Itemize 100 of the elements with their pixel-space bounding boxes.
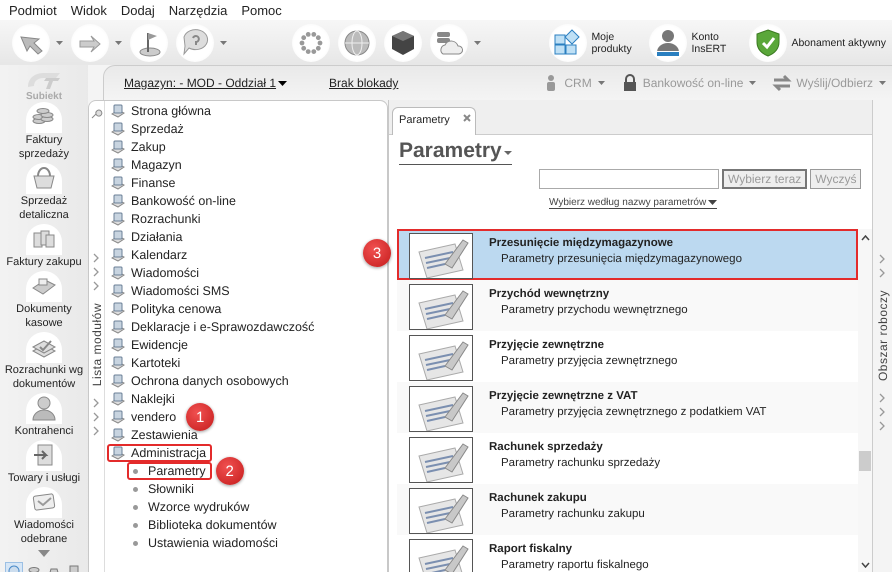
list-row[interactable]: Przyjęcie zewnętrzne z VAT Parametry przyjęcia zewnętrznego z podatkiem VAT <box>397 382 858 433</box>
chevron-icon[interactable] <box>93 398 100 408</box>
arrows-icon <box>772 74 792 92</box>
module-icon <box>110 373 126 389</box>
menu-item[interactable]: Narzędzia <box>162 2 234 18</box>
toolbar-button[interactable] <box>384 24 422 62</box>
submenu-item[interactable]: Ustawienia wiadomości <box>127 534 284 552</box>
module-item[interactable]: Sprzedaż <box>107 120 190 138</box>
module-icon <box>110 139 126 155</box>
expand-icon[interactable] <box>38 550 50 557</box>
chevron-icon[interactable] <box>879 407 886 418</box>
module-item[interactable]: Zakup <box>107 138 172 156</box>
module-icon <box>110 427 126 443</box>
module-item[interactable]: vendero <box>107 408 182 426</box>
row-description: Parametry rachunku zakupu <box>500 507 645 522</box>
submenu-item[interactable]: Parametry <box>127 462 212 480</box>
nav-item[interactable]: Faktury zakupu <box>0 224 88 269</box>
module-item[interactable]: Kartoteki <box>107 354 186 372</box>
caret-icon <box>115 40 122 44</box>
toolbar-button[interactable]: Abonament aktywny <box>749 24 886 62</box>
bullet-icon <box>133 486 138 492</box>
page-title-dropdown[interactable]: Parametry <box>399 139 512 165</box>
submenu-item[interactable]: Wzorce wydruków <box>127 498 256 516</box>
module-icon <box>110 301 126 317</box>
caret-icon <box>474 40 481 44</box>
module-item[interactable]: Kalendarz <box>107 246 194 264</box>
bullet-icon <box>133 504 138 510</box>
row-title: Przychód wewnętrzny <box>489 287 610 302</box>
caret-icon <box>598 81 605 85</box>
menu-item[interactable]: Widok <box>64 2 114 18</box>
scroll-up-icon[interactable] <box>860 235 870 241</box>
step-badge: 2 <box>216 457 244 485</box>
tab[interactable]: Parametry <box>392 107 476 135</box>
menu-item[interactable]: Podmiot <box>2 2 64 18</box>
module-item[interactable]: Rozrachunki <box>107 210 206 228</box>
filter-dropdown[interactable]: Wybierz według nazwy parametrów <box>549 197 718 209</box>
nav-item[interactable]: Dokumenty kasowe <box>0 271 88 330</box>
module-icon <box>110 193 126 209</box>
menu-item[interactable]: Pomoc <box>234 2 289 18</box>
module-item[interactable]: Ochrona danych osobowych <box>107 372 295 390</box>
row-title: Rachunek sprzedaży <box>489 440 604 455</box>
module-item[interactable]: Bankowość on-line <box>107 192 242 210</box>
toolbar-button[interactable]: Konto InsERT <box>649 24 738 62</box>
module-icon <box>110 175 126 191</box>
module-icon <box>110 391 126 407</box>
step-badge: 1 <box>186 403 214 431</box>
nav-item[interactable]: Faktury sprzedaży <box>0 102 88 161</box>
module-item[interactable]: Administracja <box>107 444 212 462</box>
module-icon <box>110 445 126 461</box>
module-icon <box>110 229 126 245</box>
list-row[interactable]: Rachunek zakupu Parametry rachunku zakupu <box>397 484 858 535</box>
row-description: Parametry przesunięcia międzymagazynowego <box>500 252 742 267</box>
module-icon <box>110 157 126 173</box>
toolbar-button[interactable] <box>130 24 168 62</box>
row-title: Rachunek zakupu <box>489 491 588 506</box>
panel-title: Lista modułów <box>90 303 104 386</box>
scroll-down-icon[interactable] <box>860 562 870 568</box>
submenu-item[interactable]: Słowniki <box>127 480 200 498</box>
nav-item[interactable]: Sprzedaż detaliczna <box>0 163 88 222</box>
row-title: Przyjęcie zewnętrzne z VAT <box>489 389 638 404</box>
menu-item[interactable]: Dodaj <box>114 2 162 18</box>
module-icon <box>110 355 126 371</box>
module-icon <box>110 319 126 335</box>
nav-item[interactable]: Kontrahenci <box>0 393 88 438</box>
nav-item[interactable]: Wiadomości odebrane <box>0 487 88 546</box>
submenu-item[interactable]: Biblioteka dokumentów <box>127 516 283 534</box>
row-description: Parametry rachunku sprzedaży <box>500 456 660 471</box>
close-icon[interactable] <box>463 114 471 122</box>
nav-item[interactable]: Towary i usługi <box>0 440 88 485</box>
lock-status-link[interactable]: Brak blokady <box>329 76 398 90</box>
module-item[interactable]: Naklejki <box>107 390 181 408</box>
chevron-icon[interactable] <box>879 393 886 404</box>
bullet-icon <box>133 540 138 546</box>
module-item[interactable]: Wiadomości SMS <box>107 282 236 300</box>
scrollbar-thumb[interactable] <box>859 451 871 471</box>
module-item[interactable]: Działania <box>107 228 188 246</box>
caret-icon <box>708 200 718 205</box>
module-item[interactable]: Magazyn <box>107 156 188 174</box>
list-row[interactable]: Przychód wewnętrzny Parametry przychodu wewnętrznego <box>397 280 858 331</box>
module-item[interactable]: Wiadomości <box>107 264 206 282</box>
warehouse-link[interactable]: Magazyn: - MOD - Oddział 1 <box>124 76 288 90</box>
caret-icon <box>278 80 288 86</box>
module-item[interactable]: Polityka cenowa <box>107 300 228 318</box>
caret-icon <box>504 151 512 155</box>
module-item[interactable]: Ewidencje <box>107 336 194 354</box>
module-icon <box>110 247 126 263</box>
module-item[interactable]: Deklaracje i e-Sprawozdawczość <box>107 318 320 336</box>
search-field[interactable] <box>539 169 719 189</box>
logo-text: Subiekt <box>26 91 62 102</box>
module-item[interactable]: Finanse <box>107 174 182 192</box>
row-description: Parametry przyjęcia zewnętrznego z podatkiem VAT <box>500 405 766 420</box>
module-icon <box>110 337 126 353</box>
toolbar-button[interactable]: Moje produkty <box>549 24 638 62</box>
module-icon <box>110 283 126 299</box>
nav-item[interactable]: Rozrachunki wg dokumentów <box>0 332 88 391</box>
module-item[interactable]: Strona główna <box>107 102 217 120</box>
row-title: Przyjęcie zewnętrzne <box>489 338 606 353</box>
chevron-icon[interactable] <box>93 412 100 422</box>
chevron-icon[interactable] <box>93 426 100 436</box>
chevron-icon[interactable] <box>879 421 886 432</box>
